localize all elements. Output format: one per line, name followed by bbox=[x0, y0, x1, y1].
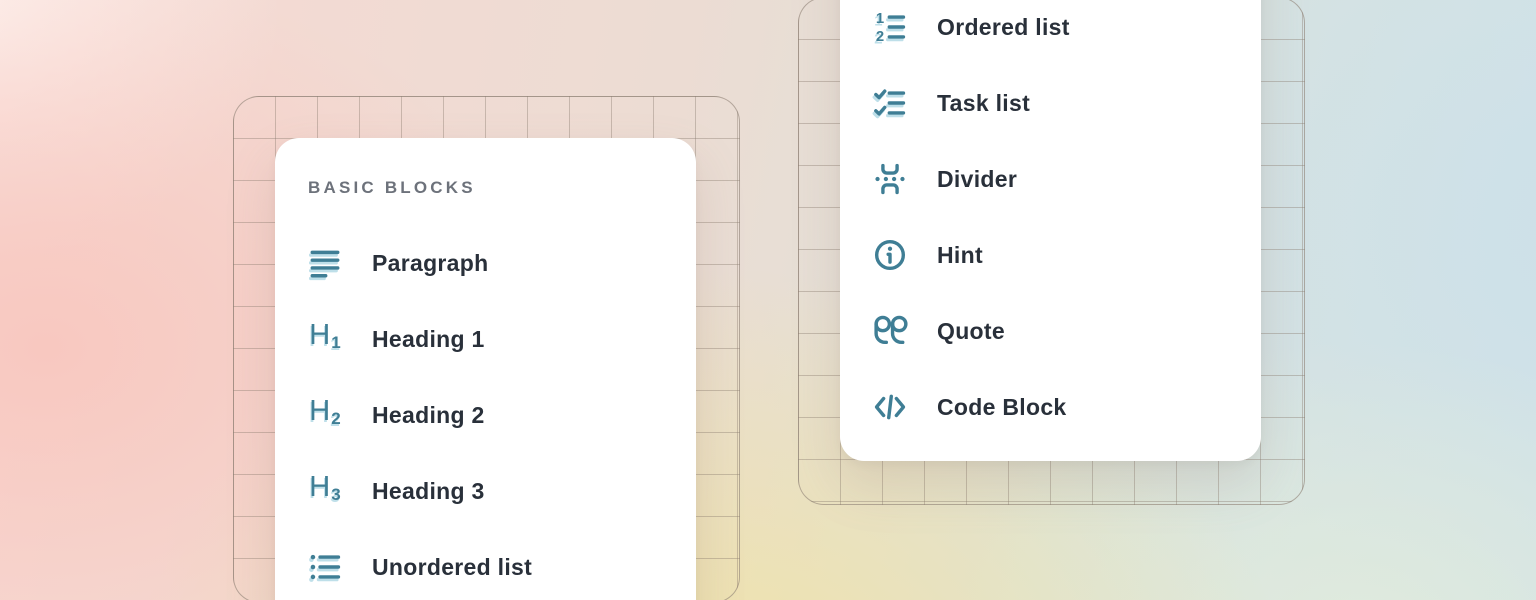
svg-text:1: 1 bbox=[876, 11, 884, 27]
menu-item-task-list[interactable]: Task list bbox=[873, 65, 1249, 141]
menu-item-label: Quote bbox=[937, 318, 1005, 345]
menu-item-code-block[interactable]: Code Block bbox=[873, 369, 1249, 445]
hero-background: BASIC BLOCKS ParagraphH1Heading 1H2Headi… bbox=[0, 0, 1536, 600]
menu-item-hint[interactable]: Hint bbox=[873, 217, 1249, 293]
basic-blocks-menu-card: BASIC BLOCKS ParagraphH1Heading 1H2Headi… bbox=[275, 138, 696, 600]
menu-item-paragraph[interactable]: Paragraph bbox=[308, 225, 684, 301]
menu-item-heading-3[interactable]: H3 Heading 3 bbox=[308, 453, 684, 529]
hint-icon bbox=[873, 238, 907, 272]
menu-item-unordered-list[interactable]: Unordered list bbox=[308, 529, 684, 600]
unordered-list-icon bbox=[308, 550, 342, 584]
menu-item-label: Heading 1 bbox=[372, 326, 485, 353]
quote-icon bbox=[873, 314, 907, 348]
divider-icon bbox=[873, 162, 907, 196]
menu-item-label: Divider bbox=[937, 166, 1017, 193]
heading-2-icon: H2 bbox=[308, 398, 342, 432]
menu-item-label: Hint bbox=[937, 242, 983, 269]
ordered-list-icon: 1212 bbox=[873, 10, 907, 44]
blocks-menu-card-continued: 1212 Ordered list Task list Divider Hint Quot… bbox=[840, 0, 1261, 461]
paragraph-icon bbox=[308, 246, 342, 280]
menu-item-quote[interactable]: Quote bbox=[873, 293, 1249, 369]
menu-item-label: Heading 2 bbox=[372, 402, 485, 429]
menu-item-label: Paragraph bbox=[372, 250, 488, 277]
menu-item-heading-1[interactable]: H1 Heading 1 bbox=[308, 301, 684, 377]
menu-item-label: Code Block bbox=[937, 394, 1067, 421]
heading-1-icon: H1 bbox=[308, 322, 342, 356]
svg-text:2: 2 bbox=[876, 29, 884, 45]
task-list-icon bbox=[873, 86, 907, 120]
basic-blocks-menu-list: Paragraph H1 Heading 1 H2 Heading 2 H3 Heading… bbox=[275, 138, 696, 600]
menu-item-label: Task list bbox=[937, 90, 1030, 117]
menu-item-heading-2[interactable]: H2 Heading 2 bbox=[308, 377, 684, 453]
menu-item-divider[interactable]: Divider bbox=[873, 141, 1249, 217]
heading-3-icon: H3 bbox=[308, 474, 342, 508]
code-block-icon bbox=[873, 390, 907, 424]
blocks-menu-list-continued: 1212 Ordered list Task list Divider Hint Quot… bbox=[840, 0, 1261, 461]
menu-item-ordered-list[interactable]: 1212 Ordered list bbox=[873, 0, 1249, 65]
menu-item-label: Unordered list bbox=[372, 554, 532, 581]
menu-item-label: Ordered list bbox=[937, 14, 1070, 41]
menu-item-label: Heading 3 bbox=[372, 478, 485, 505]
